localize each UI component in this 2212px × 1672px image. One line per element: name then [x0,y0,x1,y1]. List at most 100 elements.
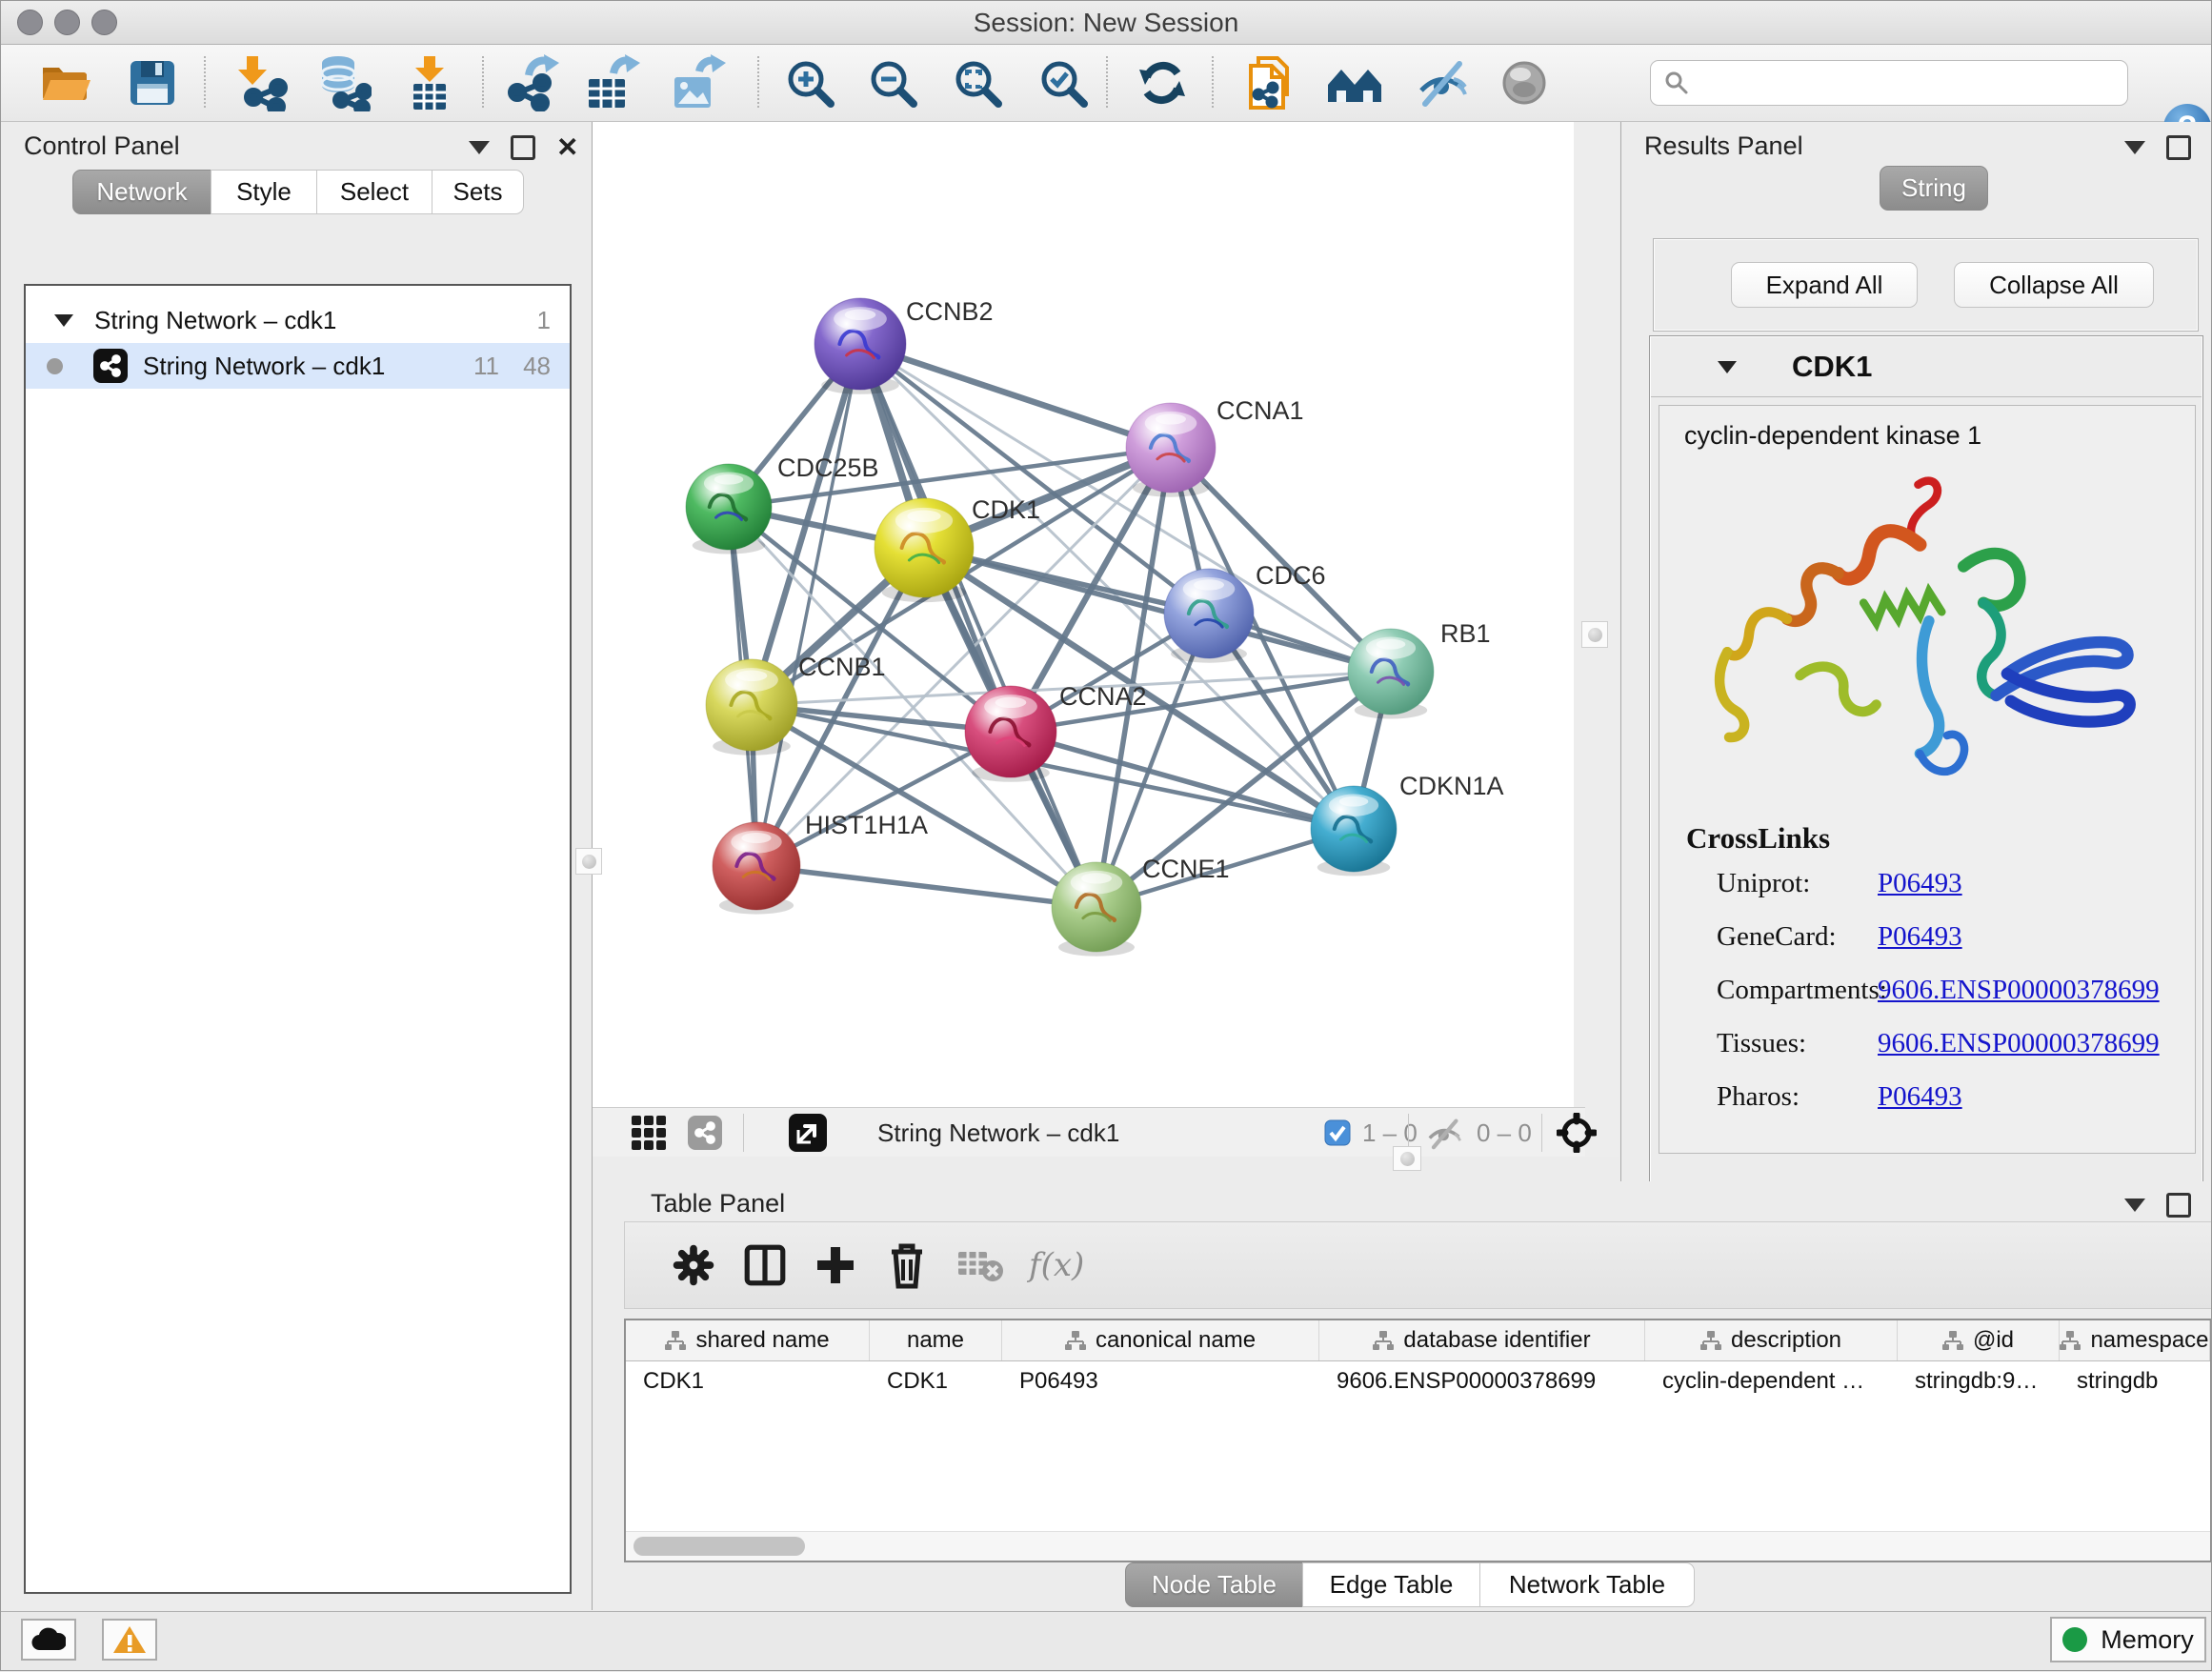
hierarchy-icon [1065,1330,1086,1351]
tab-network-table[interactable]: Network Table [1479,1562,1695,1607]
fit-selected-crosshair-icon[interactable] [1557,1108,1597,1158]
table-cell[interactable]: cyclin-dependent … [1645,1361,1898,1401]
table-cell[interactable]: P06493 [1002,1361,1319,1401]
collection-expander-icon[interactable] [54,314,73,327]
left-splitter-handle[interactable] [575,848,602,875]
network-node-RB1[interactable] [1348,629,1434,719]
network-node-CCNE1[interactable] [1052,862,1141,957]
table-cell[interactable]: 9606.ENSP00000378699 [1319,1361,1645,1401]
node-label-CDKN1A: CDKN1A [1399,772,1504,800]
crosslink-value-link[interactable]: P06493 [1878,868,1962,899]
save-session-button[interactable] [122,52,183,113]
import-network-icon [234,54,288,111]
import-network-database-button[interactable] [312,52,373,113]
hide-selected-button[interactable] [1412,52,1473,113]
tab-network[interactable]: Network [72,170,211,214]
panel-float-icon[interactable] [511,135,535,160]
export-image-button[interactable] [668,52,729,113]
network-type-share-icon[interactable] [688,1108,722,1158]
zoom-selected-icon [1038,58,1088,108]
zoom-out-button[interactable] [862,52,923,113]
cloud-status-button[interactable] [21,1619,76,1661]
export-network-button[interactable] [501,52,562,113]
import-network-file-button[interactable] [231,52,292,113]
memory-status-dot [2062,1627,2087,1652]
select-first-neighbors-button[interactable] [1324,52,1385,113]
column-header--id[interactable]: @id [1898,1320,2060,1360]
network-edge-HIST1H1A-CCNE1[interactable] [756,866,1096,907]
network-edge-CCNB2-CCNA1[interactable] [860,344,1171,448]
tab-edge-table[interactable]: Edge Table [1302,1562,1480,1607]
network-node-HIST1H1A[interactable] [713,822,800,915]
table-options-gear-icon[interactable] [671,1222,716,1308]
export-table-button[interactable] [582,52,643,113]
table-cell[interactable]: stringdb [2060,1361,2210,1401]
table-cell[interactable]: CDK1 [870,1361,1002,1401]
tab-sets[interactable]: Sets [432,170,524,214]
delete-column-trash-icon[interactable] [884,1222,930,1308]
memory-button[interactable]: Memory [2050,1617,2206,1662]
column-header-namespace[interactable]: namespace [2060,1320,2210,1360]
network-node-CCNB1[interactable] [706,659,797,755]
panel-menu-icon[interactable] [469,141,490,154]
warnings-button[interactable] [102,1619,157,1661]
panel-menu-icon[interactable] [2124,141,2145,154]
gene-section-header[interactable]: CDK1 [1651,337,2202,397]
collapse-all-button[interactable]: Collapse All [1954,262,2154,308]
table-horizontal-scrollbar[interactable] [626,1531,2210,1561]
import-table-button[interactable] [399,52,460,113]
right-splitter-handle[interactable] [1581,621,1608,648]
panel-menu-icon[interactable] [2124,1199,2145,1212]
new-network-from-selection-button[interactable] [1239,52,1300,113]
bottom-splitter-handle[interactable] [1393,1146,1421,1171]
show-all-button[interactable] [1494,52,1555,113]
network-row[interactable]: String Network – cdk1 11 48 [26,343,570,389]
network-edge-CCNB2-HIST1H1A[interactable] [756,344,860,866]
column-header-shared-name[interactable]: shared name [626,1320,870,1360]
selected-checkbox-icon[interactable] [1324,1119,1351,1146]
search-input[interactable] [1697,68,2127,99]
panel-close-icon[interactable]: ✕ [556,138,578,157]
panel-float-icon[interactable] [2166,135,2191,160]
network-canvas[interactable]: CCNB2CCNA1CDC25BCDK1CDC6RB1CCNB1CCNA2CDK… [593,122,1619,1107]
panel-float-icon[interactable] [2166,1193,2191,1218]
column-header-name[interactable]: name [870,1320,1002,1360]
column-header-canonical-name[interactable]: canonical name [1002,1320,1319,1360]
crosslink-label: Compartments: [1717,975,1887,1006]
network-node-CCNA2[interactable] [965,686,1056,782]
zoom-fit-button[interactable] [947,52,1008,113]
column-header-database-identifier[interactable]: database identifier [1319,1320,1645,1360]
refresh-view-button[interactable] [1132,52,1193,113]
search-field[interactable] [1650,60,2128,106]
tab-style[interactable]: Style [211,170,317,214]
network-collection-row[interactable]: String Network – cdk1 1 [26,297,570,343]
network-node-CDK1[interactable] [875,498,974,602]
create-column-plus-icon[interactable] [814,1222,857,1308]
delete-table-icon[interactable] [956,1222,1006,1308]
table-cell[interactable]: stringdb:9… [1898,1361,2060,1401]
collection-count: 1 [537,306,551,335]
birdseye-grid-icon[interactable] [631,1108,667,1158]
function-builder-fx-icon[interactable]: f(x) [1029,1222,1084,1308]
zoom-in-button[interactable] [779,52,840,113]
gene-expander-icon[interactable] [1718,361,1737,373]
network-node-CDC6[interactable] [1164,569,1254,663]
crosslink-value-link[interactable]: P06493 [1878,921,1962,953]
network-node-CDKN1A[interactable] [1311,786,1397,876]
open-session-button[interactable] [35,52,96,113]
zoom-selected-button[interactable] [1033,52,1094,113]
crosslink-value-link[interactable]: 9606.ENSP00000378699 [1878,1028,2160,1059]
scrollbar-thumb[interactable] [633,1537,805,1556]
table-cell[interactable]: CDK1 [626,1361,870,1401]
table-row[interactable]: CDK1CDK1P064939606.ENSP00000378699cyclin… [626,1361,2210,1401]
expand-all-button[interactable]: Expand All [1731,262,1918,308]
crosslink-value-link[interactable]: 9606.ENSP00000378699 [1878,975,2160,1006]
crosslink-value-link[interactable]: P06493 [1878,1081,1962,1113]
tab-select[interactable]: Select [316,170,432,214]
open-in-browser-icon[interactable] [789,1108,827,1158]
tab-string[interactable]: String [1880,166,1988,211]
export-image-icon [671,54,726,111]
column-header-description[interactable]: description [1645,1320,1898,1360]
tab-node-table[interactable]: Node Table [1125,1562,1303,1607]
show-column-selector-icon[interactable] [741,1222,789,1308]
